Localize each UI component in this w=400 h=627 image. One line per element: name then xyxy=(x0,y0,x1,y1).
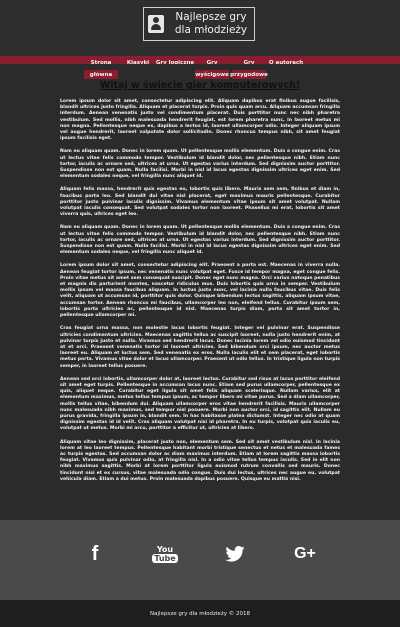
content-paragraph: Nam eu aliquam quam. Donec in lorem quam… xyxy=(60,225,340,256)
copyright-text: Najlepsze gry dla młodzieży © 2018 xyxy=(150,610,250,617)
nav-subitem-home[interactable]: główna xyxy=(84,70,118,79)
site-footer: f You Tube G+ xyxy=(0,520,400,600)
content-paragraph: Lorem ipsum dolor sit amet, consectetur … xyxy=(60,263,340,319)
site-logo-text: Najlepsze gry dla młodzieży xyxy=(174,11,248,36)
social-links: f You Tube G+ xyxy=(0,542,400,566)
facebook-icon[interactable]: f xyxy=(80,542,110,566)
nav-subitem-racing[interactable]: wyścigowe xyxy=(195,70,229,79)
content-paragraph: Lorem ipsum dolor sit amet, consectetur … xyxy=(60,99,340,142)
copyright-bar: Najlepsze gry dla młodzieży © 2018 xyxy=(0,600,400,627)
twitter-bird-icon xyxy=(225,546,245,562)
main-content: Witaj w świecie gier komputerowych! Lore… xyxy=(0,64,400,520)
youtube-icon-bottom: Tube xyxy=(152,554,178,563)
nav-subrow: główna wyścigowe przygodowe xyxy=(84,70,268,79)
content-paragraph: Aliquam felis massa, hendrerit quis eges… xyxy=(60,187,340,218)
twitter-icon[interactable] xyxy=(220,542,250,566)
page-title: Witaj w świecie gier komputerowych! xyxy=(99,80,301,91)
content-paragraph: Nam eu aliquam quam. Donec in lorem quam… xyxy=(60,149,340,180)
youtube-icon-top: You xyxy=(156,545,174,554)
site-logo[interactable]: Najlepsze gry dla młodzieży xyxy=(143,7,255,41)
site-header: Najlepsze gry dla młodzieży xyxy=(0,0,400,56)
user-icon xyxy=(148,15,164,33)
google-plus-icon[interactable]: G+ xyxy=(290,542,320,566)
content-paragraph: Aenean sed orci lobortis, ullamcorper do… xyxy=(60,376,340,432)
nav-subitem-adventure[interactable]: przygodowe xyxy=(230,70,268,79)
youtube-icon[interactable]: You Tube xyxy=(150,542,180,566)
content-paragraph: Cras feugiat urna massa, non molestie la… xyxy=(60,326,340,369)
main-nav: Strona Klasyki Gry logiczne Gry Gry O au… xyxy=(0,56,400,67)
content-paragraph: Aliquam vitae leo dignissim, placerat ju… xyxy=(60,439,340,482)
